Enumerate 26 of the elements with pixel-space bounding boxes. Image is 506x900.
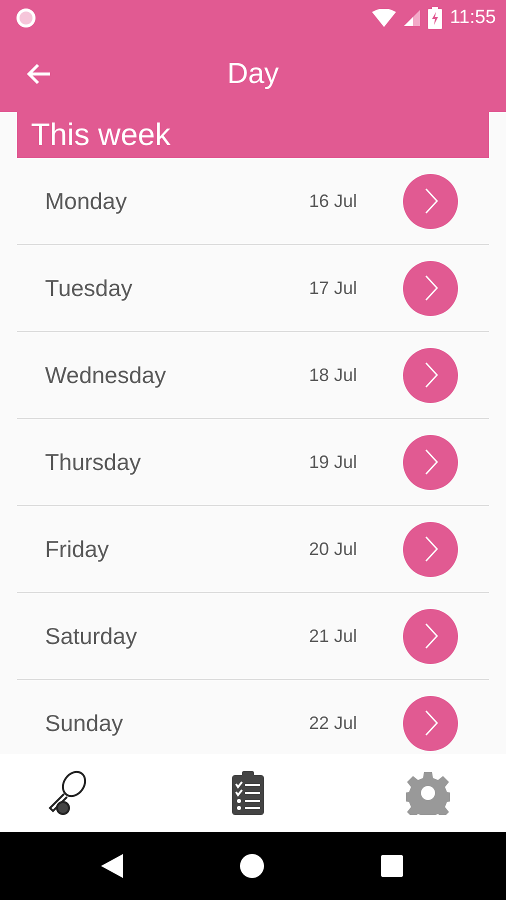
day-name: Sunday [45,710,124,736]
wifi-icon [372,9,396,27]
status-time: 11:55 [450,7,496,29]
day-name: Thursday [45,448,142,476]
day-date: 22 Jul [308,712,357,734]
day-date: 19 Jul [308,452,357,472]
day-date: 17 Jul [308,278,357,298]
back-arrow-icon[interactable] [26,61,52,87]
day-name: Wednesday [45,362,168,388]
home-icon[interactable] [240,854,264,878]
day-date: 18 Jul [308,364,357,386]
day-name: Monday [45,188,128,214]
day-name: Friday [45,536,110,562]
notification-icon [16,8,36,28]
battery-icon [428,7,442,29]
section-header: This week [17,112,489,158]
day-date: 20 Jul [308,538,357,560]
back-icon[interactable] [101,854,123,878]
day-date: 21 Jul [308,626,357,646]
clipboard-checklist-icon[interactable] [232,771,264,815]
page-title: Day [227,58,279,90]
day-name: Tuesday [45,274,134,302]
day-name: Saturday [45,622,138,650]
settings-icon[interactable] [406,771,450,815]
day-date: 16 Jul [308,190,357,212]
signal-icon [404,10,420,26]
